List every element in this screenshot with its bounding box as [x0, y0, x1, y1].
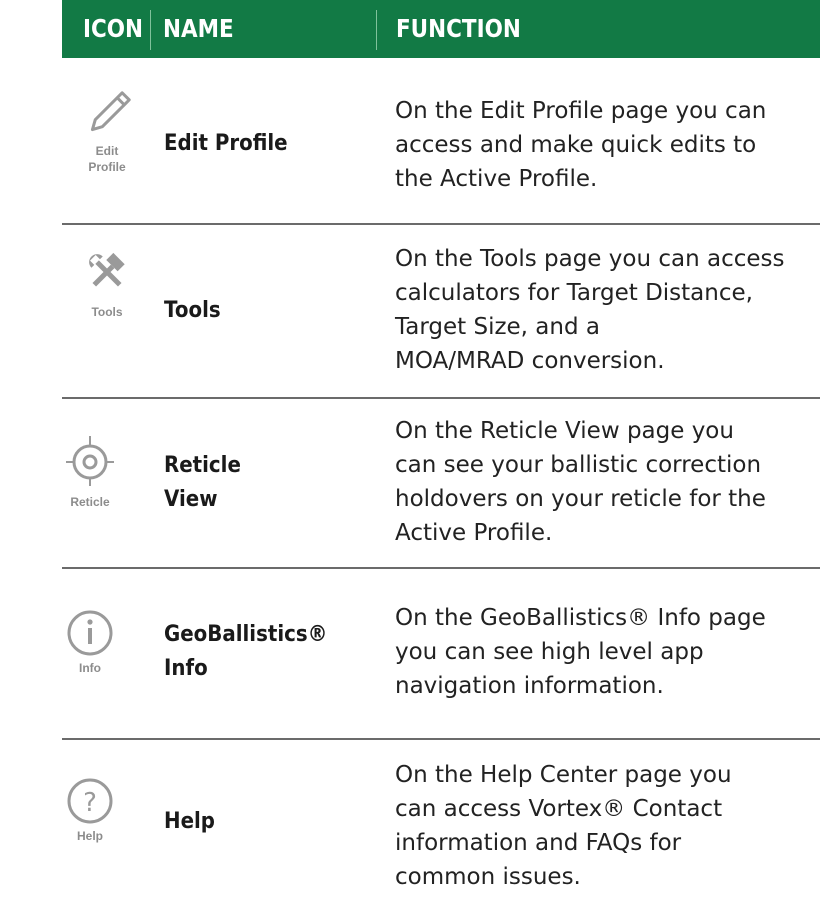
- icon-label: Info: [79, 661, 101, 675]
- row-name: Help: [164, 809, 215, 834]
- icon-cell: Edit Profile: [62, 85, 152, 185]
- row-function: On the Reticle View page you can see you…: [395, 418, 766, 546]
- header-name: NAME: [163, 14, 234, 43]
- icon-label: Reticle: [70, 495, 110, 509]
- icon-label: Tools: [91, 305, 123, 319]
- reticle-icon: [66, 436, 114, 486]
- header-function: FUNCTION: [396, 14, 521, 43]
- icon-cell: Info: [62, 606, 152, 696]
- row-name: Tools: [164, 298, 221, 323]
- info-icon: [67, 610, 113, 656]
- svg-text:?: ?: [83, 788, 97, 818]
- tools-icon: [89, 252, 125, 287]
- help-icon: ?: [67, 778, 113, 824]
- row-name: GeoBallistics® Info: [164, 622, 328, 681]
- row-divider: [62, 223, 820, 225]
- icon-label: Help: [76, 829, 103, 843]
- header-divider: [376, 10, 377, 50]
- icon-label: Edit Profile: [88, 144, 126, 174]
- icon-cell: ? Help: [62, 776, 152, 866]
- pencil-icon: [90, 91, 131, 132]
- header-icon: ICON: [83, 14, 144, 43]
- row-divider: [62, 567, 820, 569]
- row-divider: [62, 397, 820, 399]
- row-divider: [62, 738, 820, 740]
- icon-cell: Tools: [62, 242, 152, 342]
- icon-reference-table: ICON NAME FUNCTION Edit Profile Edit Pro…: [62, 0, 820, 899]
- header-divider: [150, 10, 151, 50]
- row-function: On the Edit Profile page you can access …: [395, 98, 767, 192]
- row-name: Edit Profile: [164, 131, 288, 156]
- row-function: On the Help Center page you can access V…: [395, 762, 732, 890]
- row-function: On the GeoBallistics® Info page you can …: [395, 605, 766, 699]
- row-name: Reticle View: [164, 453, 241, 512]
- icon-cell: Reticle: [62, 430, 152, 520]
- row-function: On the Tools page you can access calcula…: [395, 246, 785, 374]
- table-header: ICON NAME FUNCTION: [62, 0, 820, 58]
